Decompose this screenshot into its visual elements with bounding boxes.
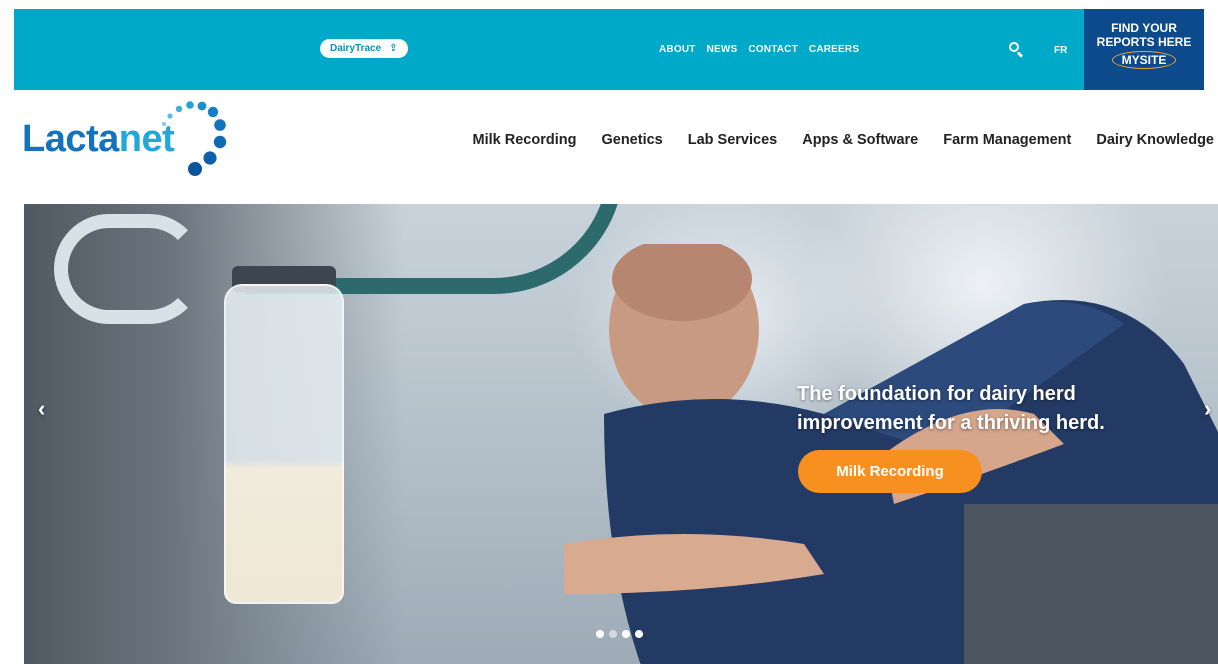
chevron-right-icon[interactable]: ›: [1204, 396, 1211, 422]
top-nav-news[interactable]: NEWS: [707, 44, 738, 55]
mysite-label: MYSITE: [1111, 51, 1177, 69]
nav-milk-recording[interactable]: Milk Recording: [473, 132, 577, 148]
dairytrace-button[interactable]: DairyTrace ⇪: [320, 39, 408, 58]
search-icon-ring: [1009, 42, 1019, 52]
find-reports-button[interactable]: FIND YOUR REPORTS HERE MYSITE: [1084, 9, 1204, 90]
slider-dot[interactable]: [622, 630, 630, 638]
top-nav-about[interactable]: ABOUT: [659, 44, 696, 55]
search-icon[interactable]: [1009, 42, 1024, 58]
slider-dot[interactable]: [635, 630, 643, 638]
lactanet-logo[interactable]: Lactanet: [22, 98, 252, 180]
slider-dot[interactable]: [596, 630, 604, 638]
upload-icon: ⇪: [389, 42, 398, 54]
hero-slider: The foundation for dairy herd improvemen…: [24, 204, 1218, 664]
top-nav-contact[interactable]: CONTACT: [748, 44, 798, 55]
top-nav: ABOUT NEWS CONTACT CAREERS: [659, 44, 859, 55]
reports-line-1: FIND YOUR: [1111, 21, 1177, 35]
hero-tube-graphic: [54, 214, 204, 324]
main-nav: Milk Recording Genetics Lab Services App…: [473, 132, 1214, 148]
hero-milk-jar: [224, 284, 344, 604]
hero-caption: The foundation for dairy herd improvemen…: [797, 380, 1105, 438]
slider-dots: [596, 630, 643, 638]
milk-recording-cta-button[interactable]: Milk Recording: [798, 450, 982, 493]
top-nav-careers[interactable]: CAREERS: [809, 44, 859, 55]
logo-wordmark-lacta: Lacta: [22, 118, 119, 160]
hero-caption-line-1: The foundation for dairy herd: [797, 383, 1076, 405]
nav-farm-management[interactable]: Farm Management: [943, 132, 1071, 148]
slider-dot[interactable]: [609, 630, 617, 638]
top-utility-bar: DairyTrace ⇪ ABOUT NEWS CONTACT CAREERS …: [14, 9, 1204, 90]
nav-dairy-knowledge[interactable]: Dairy Knowledge: [1096, 132, 1214, 148]
nav-genetics[interactable]: Genetics: [601, 132, 662, 148]
logo-wordmark: Lactanet: [22, 118, 175, 161]
nav-apps-software[interactable]: Apps & Software: [802, 132, 918, 148]
logo-dots-icon: [162, 101, 227, 176]
hero-caption-line-2: improvement for a thriving herd.: [797, 412, 1105, 434]
chevron-left-icon[interactable]: ‹: [38, 396, 45, 422]
reports-line-2: REPORTS HERE: [1096, 35, 1192, 49]
language-toggle[interactable]: FR: [1054, 45, 1067, 56]
search-icon-handle: [1017, 51, 1024, 58]
nav-lab-services[interactable]: Lab Services: [688, 132, 777, 148]
dairytrace-label: DairyTrace: [330, 43, 382, 54]
